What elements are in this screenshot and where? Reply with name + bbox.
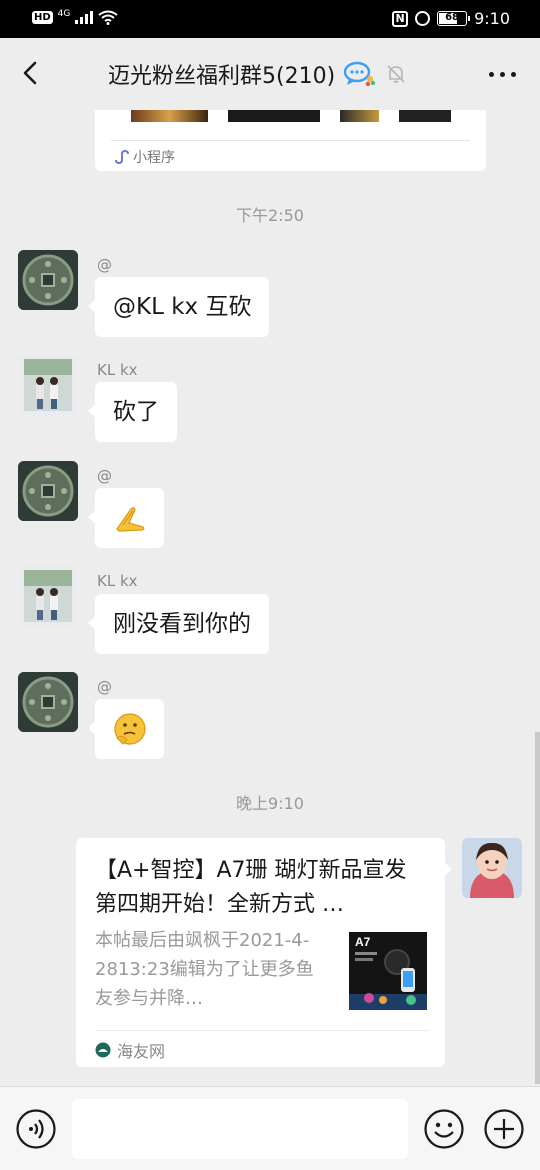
- mini-program-icon: [115, 149, 129, 165]
- status-time: 9:10: [474, 9, 510, 28]
- link-card-divider: [95, 1030, 430, 1031]
- coin-avatar-icon: [18, 672, 78, 732]
- nfc-icon: N: [392, 10, 409, 27]
- more-icon-dot: [500, 71, 505, 77]
- avatar[interactable]: [18, 355, 78, 415]
- avatar[interactable]: [18, 566, 78, 626]
- sender-name: KL kx: [97, 361, 138, 379]
- network-type: 4G: [57, 8, 71, 19]
- mini-program-label: 小程序: [133, 150, 175, 166]
- hd-badge: HD: [32, 11, 53, 24]
- message-input[interactable]: [72, 1099, 408, 1159]
- mini-program-source: 小程序: [113, 147, 175, 167]
- link-card-source: 海友网: [95, 1038, 165, 1062]
- voice-button[interactable]: [16, 1109, 56, 1149]
- wifi-icon: [98, 10, 118, 25]
- coin-avatar-icon: [18, 461, 78, 521]
- site-logo-icon: [95, 1042, 111, 1058]
- mini-program-card[interactable]: 小程序: [95, 110, 486, 171]
- link-card-thumbnail: A7: [349, 932, 427, 1010]
- chat-title: 迈光粉丝福利群5(210): [108, 64, 336, 89]
- status-left: HD 4G: [32, 8, 118, 25]
- emoji-icon: [424, 1109, 464, 1149]
- alarm-icon: [415, 11, 431, 26]
- plus-icon: [484, 1109, 524, 1149]
- link-card-title: 【A+智控】A7珊 瑚灯新品宣发 第四期开始！全新方式 …: [95, 858, 407, 917]
- more-button[interactable]: [482, 64, 516, 84]
- voice-icon: [16, 1109, 56, 1149]
- scrollbar[interactable]: [535, 732, 540, 1084]
- status-right: N 68 9:10: [392, 9, 510, 28]
- battery-icon: 68: [437, 11, 471, 26]
- mute-bell-icon: [387, 65, 405, 83]
- thumbnail-image: [398, 110, 451, 122]
- message-bubble[interactable]: 砍了: [88, 382, 177, 442]
- timestamp: 下午2:50: [236, 206, 304, 225]
- link-card-description: 本帖最后由飒枫于2021-4-2813:23编辑为了让更多鱼友参与并降…: [95, 930, 314, 1009]
- message-list[interactable]: 小程序 下午2:50 @ @KL kx 互砍 KL kx 砍了 @ KL kx …: [0, 110, 540, 1086]
- message-bubble[interactable]: @KL kx 互砍: [87, 277, 270, 337]
- thumbnail-image: [227, 110, 321, 122]
- avatar[interactable]: [18, 250, 78, 310]
- input-bar: [0, 1086, 540, 1170]
- back-button[interactable]: [14, 56, 48, 90]
- status-bar: HD 4G N 68 9:10: [0, 0, 540, 38]
- girl-avatar-icon: [462, 838, 522, 898]
- signal-icon: [75, 11, 94, 24]
- mini-program-thumbnails: [131, 110, 451, 122]
- kids-avatar-icon: [18, 566, 78, 626]
- emoji-bubble[interactable]: [88, 699, 164, 759]
- timestamp: 晚上9:10: [236, 794, 304, 813]
- my-avatar[interactable]: [462, 838, 522, 898]
- sender-name: @: [97, 256, 112, 274]
- group-chat-icon: [343, 61, 376, 87]
- message-bubble[interactable]: 刚没看到你的: [88, 594, 269, 654]
- chat-header: 迈光粉丝福利群5(210): [0, 38, 540, 110]
- sender-name: @: [97, 467, 112, 485]
- avatar[interactable]: [18, 672, 78, 732]
- lamp-thumbnail-image: A7: [349, 932, 427, 1010]
- emoji-bubble[interactable]: [88, 488, 164, 548]
- thumb-text: A7: [355, 935, 371, 949]
- thumbnail-image: [131, 110, 208, 122]
- sender-name: KL kx: [97, 572, 138, 590]
- link-card-source-name: 海友网: [117, 1042, 166, 1061]
- back-chevron-icon: [23, 61, 37, 85]
- more-icon: [489, 71, 494, 77]
- more-icon-dot: [511, 71, 516, 77]
- card-divider: [111, 140, 470, 141]
- title-group: 迈光粉丝福利群5(210): [108, 58, 407, 90]
- kids-avatar-icon: [18, 355, 78, 415]
- sender-name: @: [97, 678, 112, 696]
- thumbnail-image: [340, 110, 379, 122]
- pray-emoji-icon: [115, 507, 144, 532]
- more-functions-button[interactable]: [484, 1109, 524, 1149]
- coin-avatar-icon: [18, 250, 78, 310]
- thinking-emoji-icon: [113, 713, 146, 745]
- avatar[interactable]: [18, 461, 78, 521]
- emoji-button[interactable]: [424, 1109, 464, 1149]
- link-card[interactable]: 【A+智控】A7珊 瑚灯新品宣发 第四期开始！全新方式 … 本帖最后由飒枫于20…: [76, 838, 452, 1067]
- battery-level: 68: [445, 12, 460, 23]
